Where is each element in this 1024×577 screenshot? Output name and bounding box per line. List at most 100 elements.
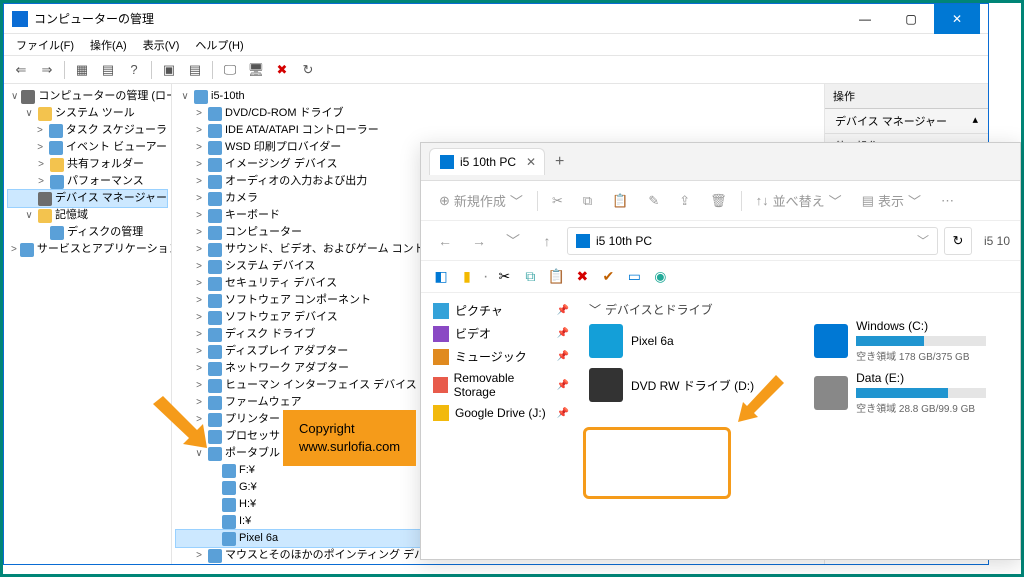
- tree-item[interactable]: >イベント ビューアー: [8, 139, 167, 156]
- expander-icon[interactable]: >: [193, 309, 205, 326]
- expander-icon[interactable]: >: [35, 156, 47, 173]
- device-item[interactable]: ∨i5-10th: [176, 88, 820, 105]
- menu-view[interactable]: 表示(V): [135, 35, 188, 55]
- sort-button[interactable]: ↑↓並べ替え﹀: [750, 187, 848, 214]
- tab-active[interactable]: i5 10th PC ✕: [429, 148, 545, 175]
- paste-icon[interactable]: 📋: [546, 267, 566, 287]
- view-button[interactable]: ▤表示﹀: [856, 187, 927, 214]
- menu-action[interactable]: 操作(A): [82, 35, 135, 55]
- expander-icon[interactable]: >: [193, 156, 205, 173]
- tool-icon[interactable]: ▤: [97, 59, 119, 81]
- check-icon[interactable]: ✔: [598, 267, 618, 287]
- drive-data-e[interactable]: Data (E:) 空き領域 28.8 GB/99.9 GB: [814, 371, 986, 415]
- tree-item[interactable]: >パフォーマンス: [8, 173, 167, 190]
- expander-icon[interactable]: >: [34, 122, 46, 139]
- rename-icon[interactable]: ▭: [624, 267, 644, 287]
- group-header[interactable]: ﹀デバイスとドライブ: [589, 301, 754, 318]
- menu-file[interactable]: ファイル(F): [8, 35, 82, 55]
- device-icon[interactable]: ▣: [158, 59, 180, 81]
- expander-icon[interactable]: >: [193, 207, 205, 224]
- scan-icon[interactable]: 🖵: [219, 59, 241, 81]
- expander-icon[interactable]: ∨: [179, 88, 191, 105]
- qat-icon[interactable]: ◧: [431, 267, 451, 287]
- drive-pixel[interactable]: Pixel 6a: [589, 324, 754, 358]
- paste-icon[interactable]: 📋: [606, 189, 634, 213]
- drive-windows-c[interactable]: Windows (C:) 空き領域 178 GB/375 GB: [814, 319, 986, 363]
- device-item[interactable]: >IDE ATA/ATAPI コントローラー: [176, 122, 820, 139]
- expander-icon[interactable]: >: [193, 241, 205, 258]
- nav-history-button[interactable]: ﹀: [499, 227, 527, 255]
- forward-icon[interactable]: ⇒: [36, 59, 58, 81]
- expander-icon[interactable]: >: [193, 173, 205, 190]
- tree-item[interactable]: >サービスとアプリケーション: [8, 241, 167, 258]
- pin-icon[interactable]: 📌: [557, 408, 569, 419]
- expander-icon[interactable]: [27, 190, 35, 207]
- close-button[interactable]: ✕: [934, 4, 980, 34]
- address-bar[interactable]: i5 10th PC ﹀: [567, 227, 938, 255]
- copy-icon[interactable]: ⧉: [520, 267, 540, 287]
- tree-item[interactable]: ∨記憶域: [8, 207, 167, 224]
- expander-icon[interactable]: ∨: [11, 88, 18, 105]
- tool-icon[interactable]: ▦: [71, 59, 93, 81]
- expander-icon[interactable]: >: [193, 326, 205, 343]
- expander-icon[interactable]: >: [193, 547, 205, 564]
- expander-icon[interactable]: >: [193, 292, 205, 309]
- left-tree[interactable]: ∨コンピューターの管理 (ローカル)∨システム ツール>タスク スケジューラ>イ…: [8, 88, 167, 258]
- folder-icon[interactable]: ▮: [457, 267, 477, 287]
- expander-icon[interactable]: >: [193, 122, 205, 139]
- tree-item[interactable]: ∨コンピューターの管理 (ローカル): [8, 88, 167, 105]
- expander-icon[interactable]: >: [11, 241, 17, 258]
- delete-icon[interactable]: ✖: [572, 267, 592, 287]
- shell-icon[interactable]: ◉: [650, 267, 670, 287]
- minimize-button[interactable]: —: [842, 4, 888, 34]
- rename-icon[interactable]: ✎: [642, 189, 665, 213]
- sidebar-item[interactable]: Google Drive (J:)📌: [429, 402, 573, 424]
- pin-icon[interactable]: 📌: [557, 305, 569, 316]
- expander-icon[interactable]: >: [193, 224, 205, 241]
- cut-icon[interactable]: ✂: [494, 267, 514, 287]
- expander-icon[interactable]: >: [193, 139, 205, 156]
- help-icon[interactable]: ?: [123, 59, 145, 81]
- tree-item[interactable]: デバイス マネージャー: [8, 190, 167, 207]
- expander-icon[interactable]: [207, 479, 219, 496]
- nav-up-button[interactable]: ↑: [533, 227, 561, 255]
- tab-close-icon[interactable]: ✕: [526, 155, 536, 169]
- tree-item[interactable]: >共有フォルダー: [8, 156, 167, 173]
- back-icon[interactable]: ⇐: [10, 59, 32, 81]
- expander-icon[interactable]: [35, 224, 47, 241]
- copy-icon[interactable]: ⧉: [577, 189, 598, 213]
- sidebar-item[interactable]: ミュージック📌: [429, 345, 573, 368]
- nav-back-button[interactable]: ←: [431, 227, 459, 255]
- actions-item[interactable]: デバイス マネージャー▴: [825, 109, 988, 134]
- expander-icon[interactable]: >: [34, 139, 46, 156]
- expander-icon[interactable]: >: [193, 258, 205, 275]
- device-item[interactable]: >DVD/CD-ROM ドライブ: [176, 105, 820, 122]
- expander-icon[interactable]: ∨: [23, 207, 35, 224]
- menu-help[interactable]: ヘルプ(H): [187, 35, 251, 55]
- new-button[interactable]: ⊕新規作成﹀: [433, 187, 529, 214]
- remove-icon[interactable]: ✖: [271, 59, 293, 81]
- refresh-button[interactable]: ↻: [944, 227, 972, 255]
- delete-icon[interactable]: 🗑: [704, 189, 733, 213]
- scan-icon[interactable]: 🖥: [245, 59, 267, 81]
- breadcrumb[interactable]: i5 10th PC: [596, 234, 652, 248]
- expander-icon[interactable]: >: [193, 190, 205, 207]
- sidebar-item[interactable]: ビデオ📌: [429, 322, 573, 345]
- expander-icon[interactable]: >: [193, 360, 205, 377]
- sidebar-item[interactable]: Removable Storage📌: [429, 368, 573, 402]
- tree-item[interactable]: >タスク スケジューラ: [8, 122, 167, 139]
- sidebar-item[interactable]: ピクチャ📌: [429, 299, 573, 322]
- pin-icon[interactable]: 📌: [557, 380, 569, 391]
- cut-icon[interactable]: ✂: [546, 189, 569, 213]
- expander-icon[interactable]: [207, 496, 219, 513]
- expander-icon[interactable]: ∨: [23, 105, 35, 122]
- expander-icon[interactable]: >: [35, 173, 47, 190]
- expander-icon[interactable]: [207, 513, 219, 530]
- expander-icon[interactable]: >: [193, 275, 205, 292]
- share-icon[interactable]: ⇪: [673, 189, 696, 213]
- device-icon[interactable]: ▤: [184, 59, 206, 81]
- pin-icon[interactable]: 📌: [557, 328, 569, 339]
- expander-icon[interactable]: >: [193, 377, 205, 394]
- expander-icon[interactable]: >: [193, 343, 205, 360]
- more-button[interactable]: ⋯: [935, 189, 960, 213]
